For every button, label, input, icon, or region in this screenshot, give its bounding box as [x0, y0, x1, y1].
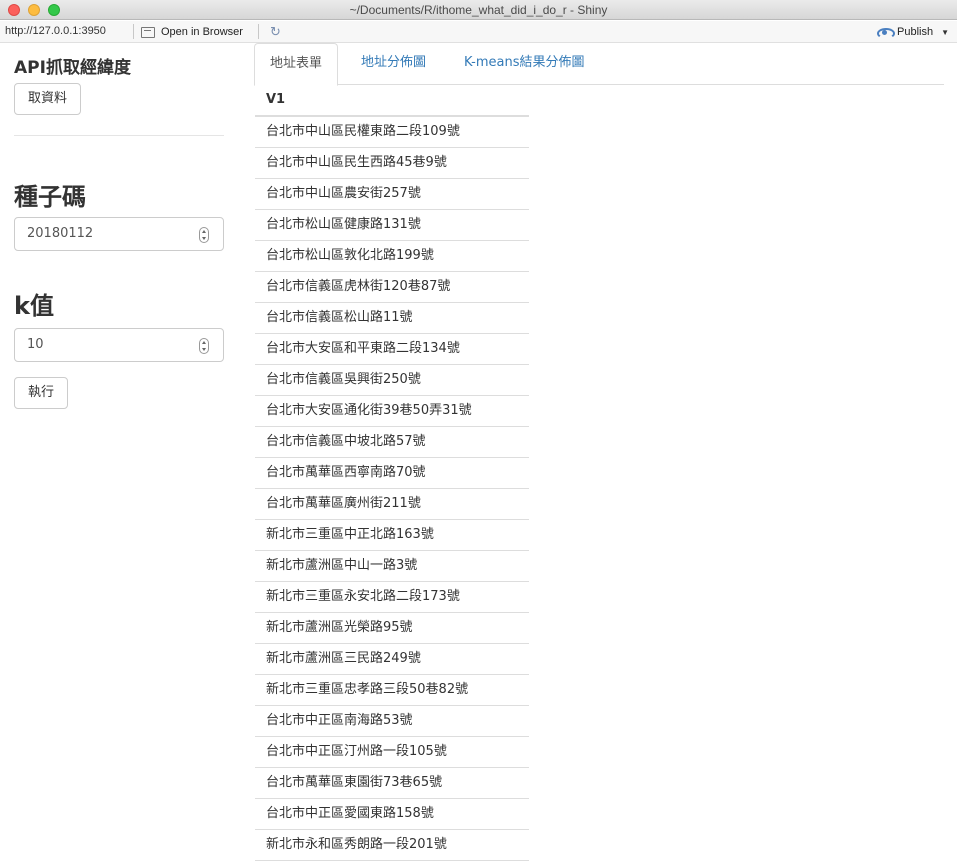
number-spinner-icon[interactable] — [199, 227, 209, 243]
url-label: http://127.0.0.1:3950 — [5, 25, 106, 37]
table-row: 台北市信義區中坡北路57號 — [255, 427, 529, 458]
fetch-data-button[interactable]: 取資料 — [14, 83, 82, 115]
tab-bar: 地址表單 地址分佈圖 K-means結果分佈圖 — [254, 43, 944, 86]
k-heading: k值 — [14, 292, 54, 320]
table-row: 新北市蘆洲區三民路249號 — [255, 644, 529, 675]
tab-address-list[interactable]: 地址表單 — [254, 43, 339, 86]
table-row: 新北市蘆洲區中山一路3號 — [255, 551, 529, 582]
table-row: 台北市中山區民權東路二段109號 — [255, 117, 529, 148]
viewer-toolbar: http://127.0.0.1:3950 Open in Browser ↻ … — [0, 21, 957, 43]
table-header-v1: V1 — [255, 85, 529, 117]
number-spinner-icon[interactable] — [199, 338, 209, 354]
window-titlebar: ~/Documents/R/ithome_what_did_i_do_r - S… — [0, 0, 957, 20]
table-row: 台北市信義區松山路11號 — [255, 303, 529, 334]
api-heading: API抓取經緯度 — [14, 58, 131, 78]
table-row: 台北市中山區民生西路45巷9號 — [255, 148, 529, 179]
k-input[interactable]: 10 — [14, 328, 224, 362]
tab-kmeans-map[interactable]: K-means結果分佈圖 — [449, 43, 600, 85]
table-row: 台北市中正區愛國東路158號 — [255, 799, 529, 830]
k-input-value: 10 — [27, 337, 44, 352]
publish-label: Publish — [897, 26, 934, 38]
tab-address-map[interactable]: 地址分佈圖 — [346, 43, 441, 85]
table-row: 台北市萬華區廣州街211號 — [255, 489, 529, 520]
table-row: 台北市中正區汀州路一段105號 — [255, 737, 529, 768]
table-row: 新北市三重區忠孝路三段50巷82號 — [255, 675, 529, 706]
publish-icon — [877, 26, 895, 39]
toolbar-divider — [133, 24, 134, 39]
table-row: 台北市中正區南海路53號 — [255, 706, 529, 737]
address-table: V1 台北市中山區民權東路二段109號 台北市中山區民生西路45巷9號 台北市中山區… — [255, 85, 529, 861]
sidebar-divider — [14, 135, 224, 136]
table-row: 新北市三重區中正北路163號 — [255, 520, 529, 551]
chevron-down-icon[interactable]: ▼ — [941, 28, 949, 37]
table-row: 台北市萬華區西寧南路70號 — [255, 458, 529, 489]
table-row: 新北市蘆洲區光榮路95號 — [255, 613, 529, 644]
open-in-browser-button[interactable]: Open in Browser — [141, 24, 243, 40]
publish-button[interactable]: Publish ▼ — [877, 24, 949, 40]
table-row: 台北市信義區吳興街250號 — [255, 365, 529, 396]
table-row: 台北市松山區敦化北路199號 — [255, 241, 529, 272]
browser-window-icon — [141, 26, 155, 38]
seed-input-value: 20180112 — [27, 226, 94, 241]
table-row: 台北市大安區通化街39巷50弄31號 — [255, 396, 529, 427]
seed-input[interactable]: 20180112 — [14, 217, 224, 251]
seed-heading: 種子碼 — [14, 183, 86, 211]
window-title: ~/Documents/R/ithome_what_did_i_do_r - S… — [349, 3, 608, 17]
table-row: 台北市大安區和平東路二段134號 — [255, 334, 529, 365]
table-row: 新北市三重區永安北路二段173號 — [255, 582, 529, 613]
toolbar-divider — [258, 24, 259, 39]
table-body: 台北市中山區民權東路二段109號 台北市中山區民生西路45巷9號 台北市中山區農安街… — [255, 117, 529, 861]
refresh-icon[interactable]: ↻ — [268, 24, 283, 39]
open-in-browser-label: Open in Browser — [161, 26, 243, 38]
table-row: 台北市松山區健康路131號 — [255, 210, 529, 241]
table-row: 台北市中山區農安街257號 — [255, 179, 529, 210]
run-button[interactable]: 執行 — [14, 377, 69, 409]
table-row: 新北市永和區秀朗路一段201號 — [255, 830, 529, 861]
table-row: 台北市信義區虎林街120巷87號 — [255, 272, 529, 303]
table-row: 台北市萬華區東園街73巷65號 — [255, 768, 529, 799]
